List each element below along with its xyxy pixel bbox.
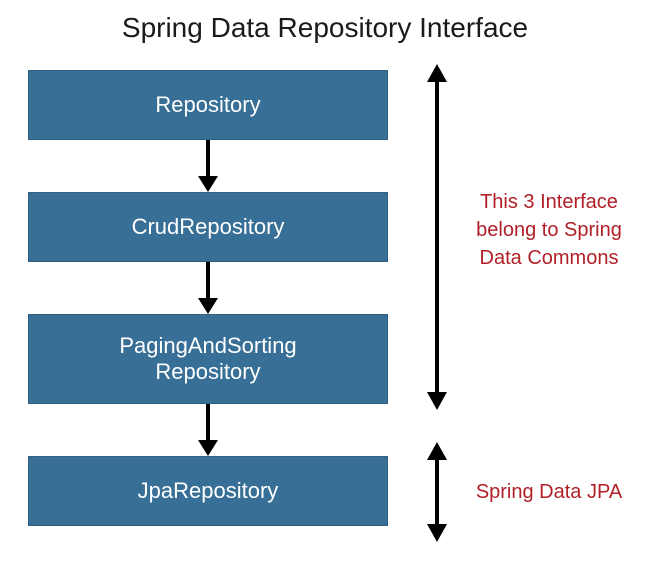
box-repository: Repository (28, 70, 388, 140)
hierarchy-column: Repository CrudRepository PagingAndSorti… (28, 70, 388, 526)
annotation-commons: This 3 Interface belong to Spring Data C… (464, 188, 634, 272)
annotation-jpa-label: Spring Data JPA (476, 481, 622, 503)
annotation-commons-line2: belong to Spring (476, 219, 622, 241)
box-crud-repository: CrudRepository (28, 192, 388, 262)
box-jpa-repository: JpaRepository (28, 456, 388, 526)
annotation-commons-line3: Data Commons (480, 247, 619, 269)
paging-line1: PagingAndSorting (119, 333, 296, 358)
arrow-down-icon (28, 140, 388, 192)
annotation-jpa: Spring Data JPA (464, 478, 634, 506)
paging-line2: Repository (155, 359, 260, 384)
annotation-commons-line1: This 3 Interface (480, 191, 618, 213)
box-paging-sorting-repository-label: PagingAndSorting Repository (119, 333, 296, 386)
page-title: Spring Data Repository Interface (0, 0, 650, 44)
arrow-down-icon (28, 262, 388, 314)
box-paging-sorting-repository: PagingAndSorting Repository (28, 314, 388, 404)
double-arrow-icon (424, 442, 450, 542)
box-repository-label: Repository (155, 92, 260, 118)
box-crud-repository-label: CrudRepository (132, 214, 285, 240)
arrow-down-icon (28, 404, 388, 456)
double-arrow-icon (424, 64, 450, 410)
box-jpa-repository-label: JpaRepository (138, 478, 279, 504)
